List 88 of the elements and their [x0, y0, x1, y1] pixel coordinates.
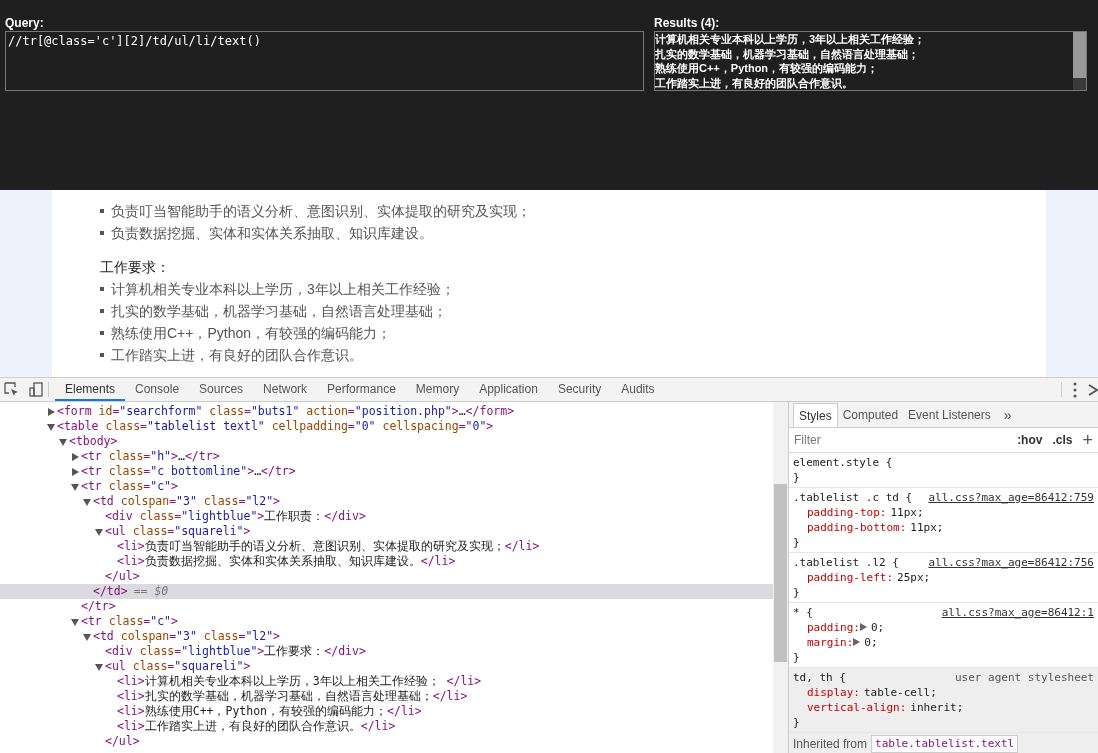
device-toolbar-icon[interactable]: [29, 382, 44, 397]
result-line: 计算机相关专业本科以上学历，3年以上相关工作经验；: [655, 32, 927, 47]
bullet-icon: [100, 331, 104, 335]
requirement-text: 工作踏实上进，有良好的团队合作意识。: [111, 345, 363, 365]
filter-field[interactable]: Filter: [794, 430, 1008, 449]
query-label: Query:: [5, 15, 45, 31]
styles-pane-tab[interactable]: Styles: [793, 403, 838, 428]
styles-pane-tab[interactable]: Computed: [837, 403, 904, 428]
css-value: table-cell;: [864, 684, 937, 700]
css-selector: * {: [793, 604, 813, 620]
bullet-icon: [100, 231, 104, 235]
stylesheet-link[interactable]: all.css?max_age=86412:1: [941, 604, 1094, 620]
css-value: 0;: [864, 634, 878, 650]
hover-toggle[interactable]: :hov: [1017, 430, 1043, 449]
bullet-icon: [100, 209, 104, 213]
scrollbar[interactable]: [773, 402, 788, 753]
devtools-tab[interactable]: Performance: [317, 378, 406, 401]
css-rule-close: }: [793, 469, 801, 485]
results-label: Results (4):: [654, 15, 721, 31]
css-property: display:: [807, 684, 860, 700]
query-field[interactable]: //tr[@class='c'][2]/td/ul/li/text(): [5, 31, 644, 91]
devtools-tab[interactable]: Sources: [189, 378, 254, 401]
requirement-text: 计算机相关专业本科以上学历，3年以上相关工作经验；: [111, 279, 455, 299]
css-value: 11px;: [910, 519, 944, 535]
result-line: 工作踏实上进，有良好的团队合作意识。: [655, 75, 854, 90]
styles-pane-tab[interactable]: Event Listeners: [903, 403, 996, 428]
caret-icon[interactable]: [83, 497, 91, 506]
devtools-tab[interactable]: Application: [469, 378, 548, 401]
css-value: inherit;: [910, 699, 964, 715]
caret-icon[interactable]: [95, 662, 103, 671]
css-selector: .tablelist .l2 {: [793, 554, 899, 570]
inherited-label: Inherited from: [793, 735, 868, 753]
caret-icon[interactable]: [83, 632, 91, 641]
requirement-text: 负责叮当智能助手的语义分析、意图识别、实体提取的研究及实现；: [111, 201, 531, 221]
css-rule-close: }: [793, 534, 801, 550]
more-tabs-button[interactable]: »: [995, 403, 1020, 428]
stylesheet-origin: user agent stylesheet: [954, 669, 1094, 685]
css-rule-close: }: [793, 584, 801, 600]
result-line: 熟练使用C++，Python，有较强的编码能力；: [655, 61, 880, 76]
css-selector: td, th {: [793, 669, 846, 685]
tree-row[interactable]: </ul>: [0, 569, 773, 584]
css-rule-close: }: [793, 649, 801, 665]
css-property: padding-top:: [807, 504, 887, 520]
devtools-tab[interactable]: Memory: [405, 378, 470, 401]
expand-triangle-icon[interactable]: [860, 623, 867, 631]
tree-row[interactable]: </ul>: [0, 734, 773, 749]
class-toggle[interactable]: .cls: [1052, 430, 1073, 449]
caret-icon[interactable]: [95, 527, 103, 536]
css-property: padding-left:: [807, 569, 894, 585]
stylesheet-link[interactable]: all.css?max_age=86412:759: [928, 489, 1094, 505]
bullet-icon: [100, 353, 104, 357]
requirement-text: 负责数据挖掘、实体和实体关系抽取、知识库建设。: [111, 223, 433, 243]
caret-icon[interactable]: [71, 482, 79, 491]
stylesheet-link[interactable]: all.css?max_age=86412:756: [928, 554, 1094, 570]
caret-icon[interactable]: [59, 437, 67, 446]
caret-icon[interactable]: [71, 467, 79, 476]
css-value: 11px;: [890, 504, 924, 520]
css-value: 0;: [871, 619, 885, 635]
bullet-icon: [100, 309, 104, 313]
result-line: 扎实的数学基础，机器学习基础，自然语言处理基础；: [655, 46, 920, 61]
devtools-tab[interactable]: Elements: [55, 378, 126, 401]
scrollbar[interactable]: [1073, 32, 1086, 90]
devtools-tab[interactable]: Audits: [611, 378, 665, 401]
css-value: 25px;: [897, 569, 931, 585]
bullet-icon: [100, 287, 104, 291]
devtools-tab[interactable]: Network: [253, 378, 318, 401]
caret-icon[interactable]: [71, 617, 79, 626]
caret-icon[interactable]: [47, 407, 55, 416]
expand-triangle-icon[interactable]: [853, 638, 861, 646]
devtools-tab[interactable]: Console: [125, 378, 190, 401]
section-heading: 工作要求：: [100, 258, 171, 277]
requirement-text: 扎实的数学基础，机器学习基础，自然语言处理基础；: [111, 301, 447, 321]
caret-icon[interactable]: [47, 422, 55, 431]
devtools-tab[interactable]: Security: [547, 378, 612, 401]
css-selector: element.style {: [793, 454, 893, 470]
css-rule-close: }: [793, 714, 801, 730]
inherited-selector[interactable]: table.tablelist.textl: [871, 734, 1019, 753]
css-property: padding:: [807, 619, 860, 635]
tree-row[interactable]: </tr>: [0, 599, 773, 614]
tree-row[interactable]: </td> == $0: [0, 584, 773, 599]
css-selector: .tablelist .c td {: [793, 489, 913, 505]
caret-icon[interactable]: [71, 452, 79, 461]
requirement-text: 熟练使用C++，Python，有较强的编码能力；: [111, 323, 392, 343]
add-rule-button[interactable]: +: [1082, 430, 1093, 449]
css-property: vertical-align:: [807, 699, 907, 715]
inspect-element-icon[interactable]: [4, 382, 19, 397]
css-property: margin:: [807, 634, 854, 650]
css-property: padding-bottom:: [807, 519, 907, 535]
